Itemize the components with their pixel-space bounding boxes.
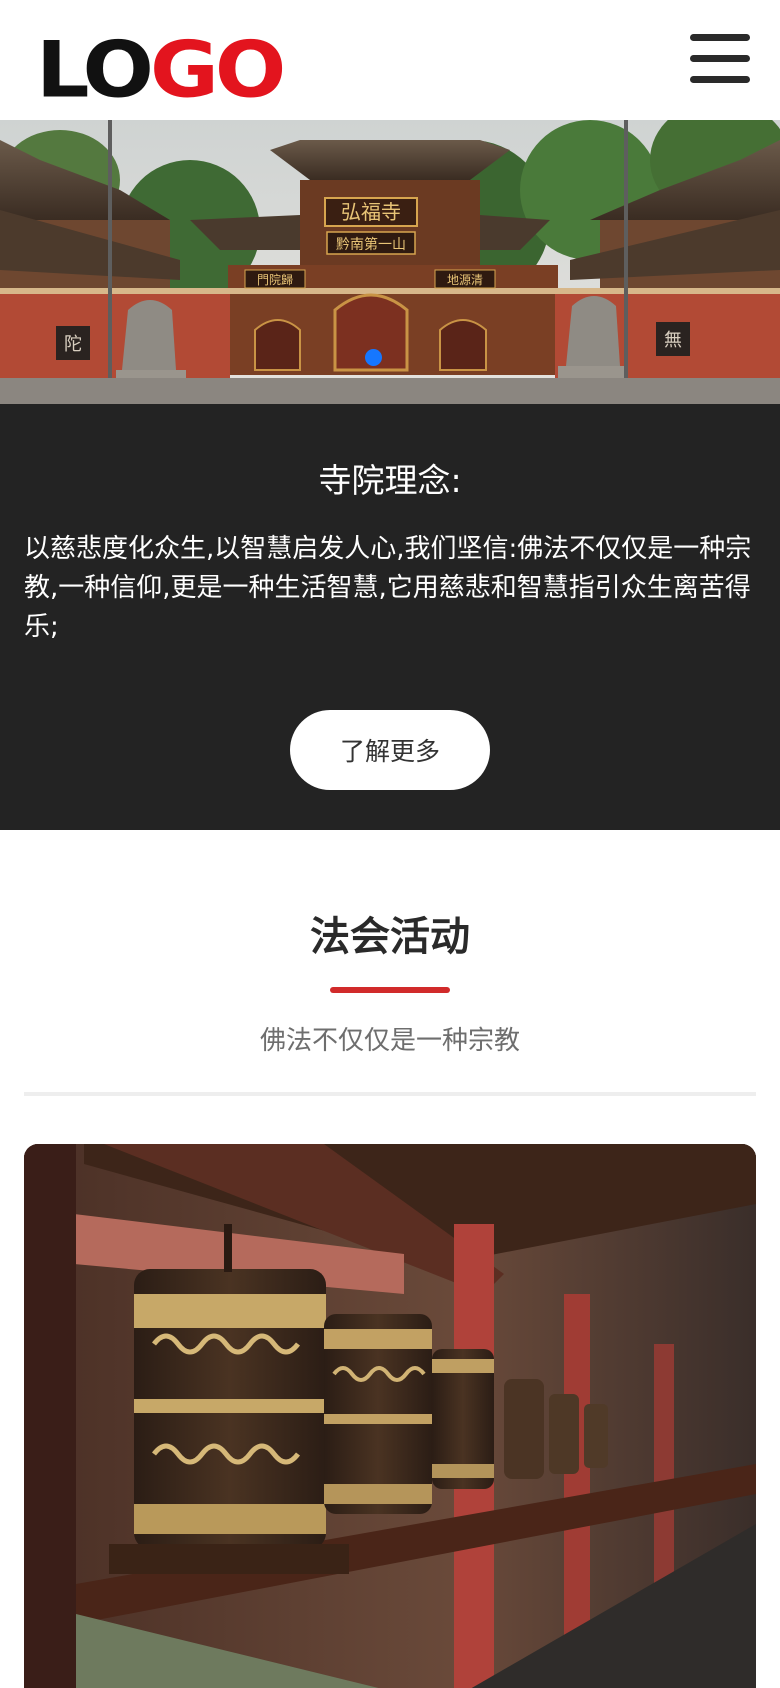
wall-char-right: 無 — [664, 330, 682, 351]
temple-philosophy-section: 寺院理念: 以慈悲度化众生,以智慧启发人心,我们坚信:佛法不仅仅是一种宗教,一种… — [0, 404, 780, 830]
menu-bar — [690, 34, 750, 41]
logo-text-black: LO — [36, 24, 154, 116]
activity-card-image[interactable] — [24, 1144, 756, 1688]
title-underline — [330, 987, 450, 993]
section-divider — [24, 1092, 756, 1096]
philosophy-title: 寺院理念: — [318, 461, 462, 500]
plaque-sub-text: 黔南第一山 — [336, 236, 406, 253]
temple-gate-illustration: 弘福寺 黔南第一山 門院歸 地源清 陀 無 — [0, 120, 780, 404]
site-logo[interactable]: LO GO — [36, 24, 286, 116]
philosophy-text: 以慈悲度化众生,以智慧启发人心,我们坚信:佛法不仅仅是一种宗教,一种信仰,更是一… — [24, 534, 752, 642]
menu-bar — [690, 76, 750, 83]
slider-pagination-dot[interactable] — [365, 349, 382, 366]
wall-char-left: 陀 — [64, 334, 82, 355]
learn-more-button[interactable]: 了解更多 — [290, 710, 490, 790]
section-title: 法会活动 — [310, 914, 470, 960]
plaque-main-text: 弘福寺 — [341, 200, 401, 224]
plaque-right-text: 地源清 — [447, 273, 483, 287]
site-header: LO GO — [0, 0, 780, 120]
logo-text-red: GO — [149, 24, 286, 116]
hamburger-menu-icon[interactable] — [690, 34, 750, 84]
plaque-left-text: 門院歸 — [257, 273, 293, 287]
prayer-wheels-illustration — [24, 1144, 756, 1688]
section-subtitle: 佛法不仅仅是一种宗教 — [259, 1026, 520, 1056]
menu-bar — [690, 55, 750, 62]
activities-section: 法会活动 佛法不仅仅是一种宗教 — [0, 830, 780, 1688]
hero-banner[interactable]: 弘福寺 黔南第一山 門院歸 地源清 陀 無 — [0, 120, 780, 404]
